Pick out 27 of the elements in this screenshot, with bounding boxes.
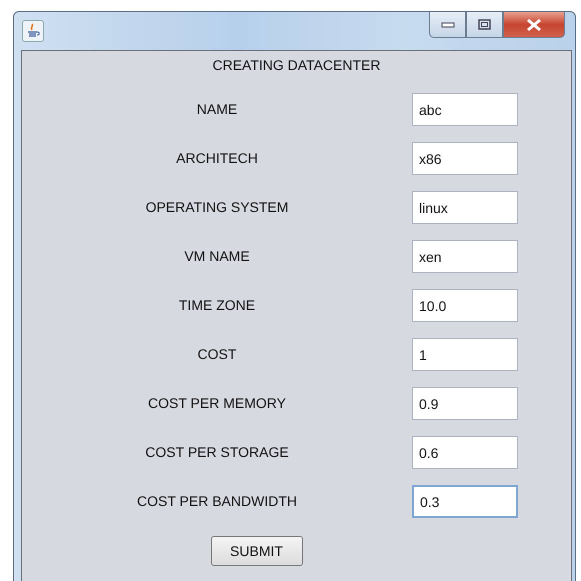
maximize-icon	[478, 19, 491, 30]
close-icon	[526, 18, 542, 32]
minimize-button[interactable]	[429, 12, 466, 38]
input-field[interactable]: abc	[412, 93, 518, 126]
field-label: NAME	[196, 101, 238, 117]
input-field[interactable]: 0.6	[412, 436, 518, 469]
maximize-button[interactable]	[466, 12, 503, 38]
input-field[interactable]: 1	[412, 338, 518, 371]
input-field[interactable]: 0.3	[412, 485, 518, 518]
field-label: TIME ZONE	[178, 297, 256, 313]
minimize-icon	[440, 22, 454, 28]
input-field[interactable]: linux	[412, 191, 518, 224]
input-field[interactable]: 10.0	[412, 289, 518, 322]
java-cup-icon	[22, 20, 44, 42]
close-button[interactable]	[503, 12, 565, 38]
submit-button[interactable]: SUBMIT	[210, 536, 302, 566]
field-label: COST PER MEMORY	[148, 395, 286, 411]
field-label: COST PER STORAGE	[145, 444, 289, 460]
field-label: ARCHITECH	[176, 150, 258, 166]
input-field[interactable]: xen	[412, 240, 518, 273]
input-field[interactable]: x86	[412, 142, 518, 175]
field-label: COST	[198, 346, 236, 362]
field-label: COST PER BANDWIDTH	[137, 493, 297, 509]
form-heading: CREATING DATACENTER	[211, 57, 382, 75]
input-field[interactable]: 0.9	[412, 387, 518, 420]
field-label: OPERATING SYSTEM	[146, 199, 288, 215]
field-label: VM NAME	[184, 248, 250, 264]
